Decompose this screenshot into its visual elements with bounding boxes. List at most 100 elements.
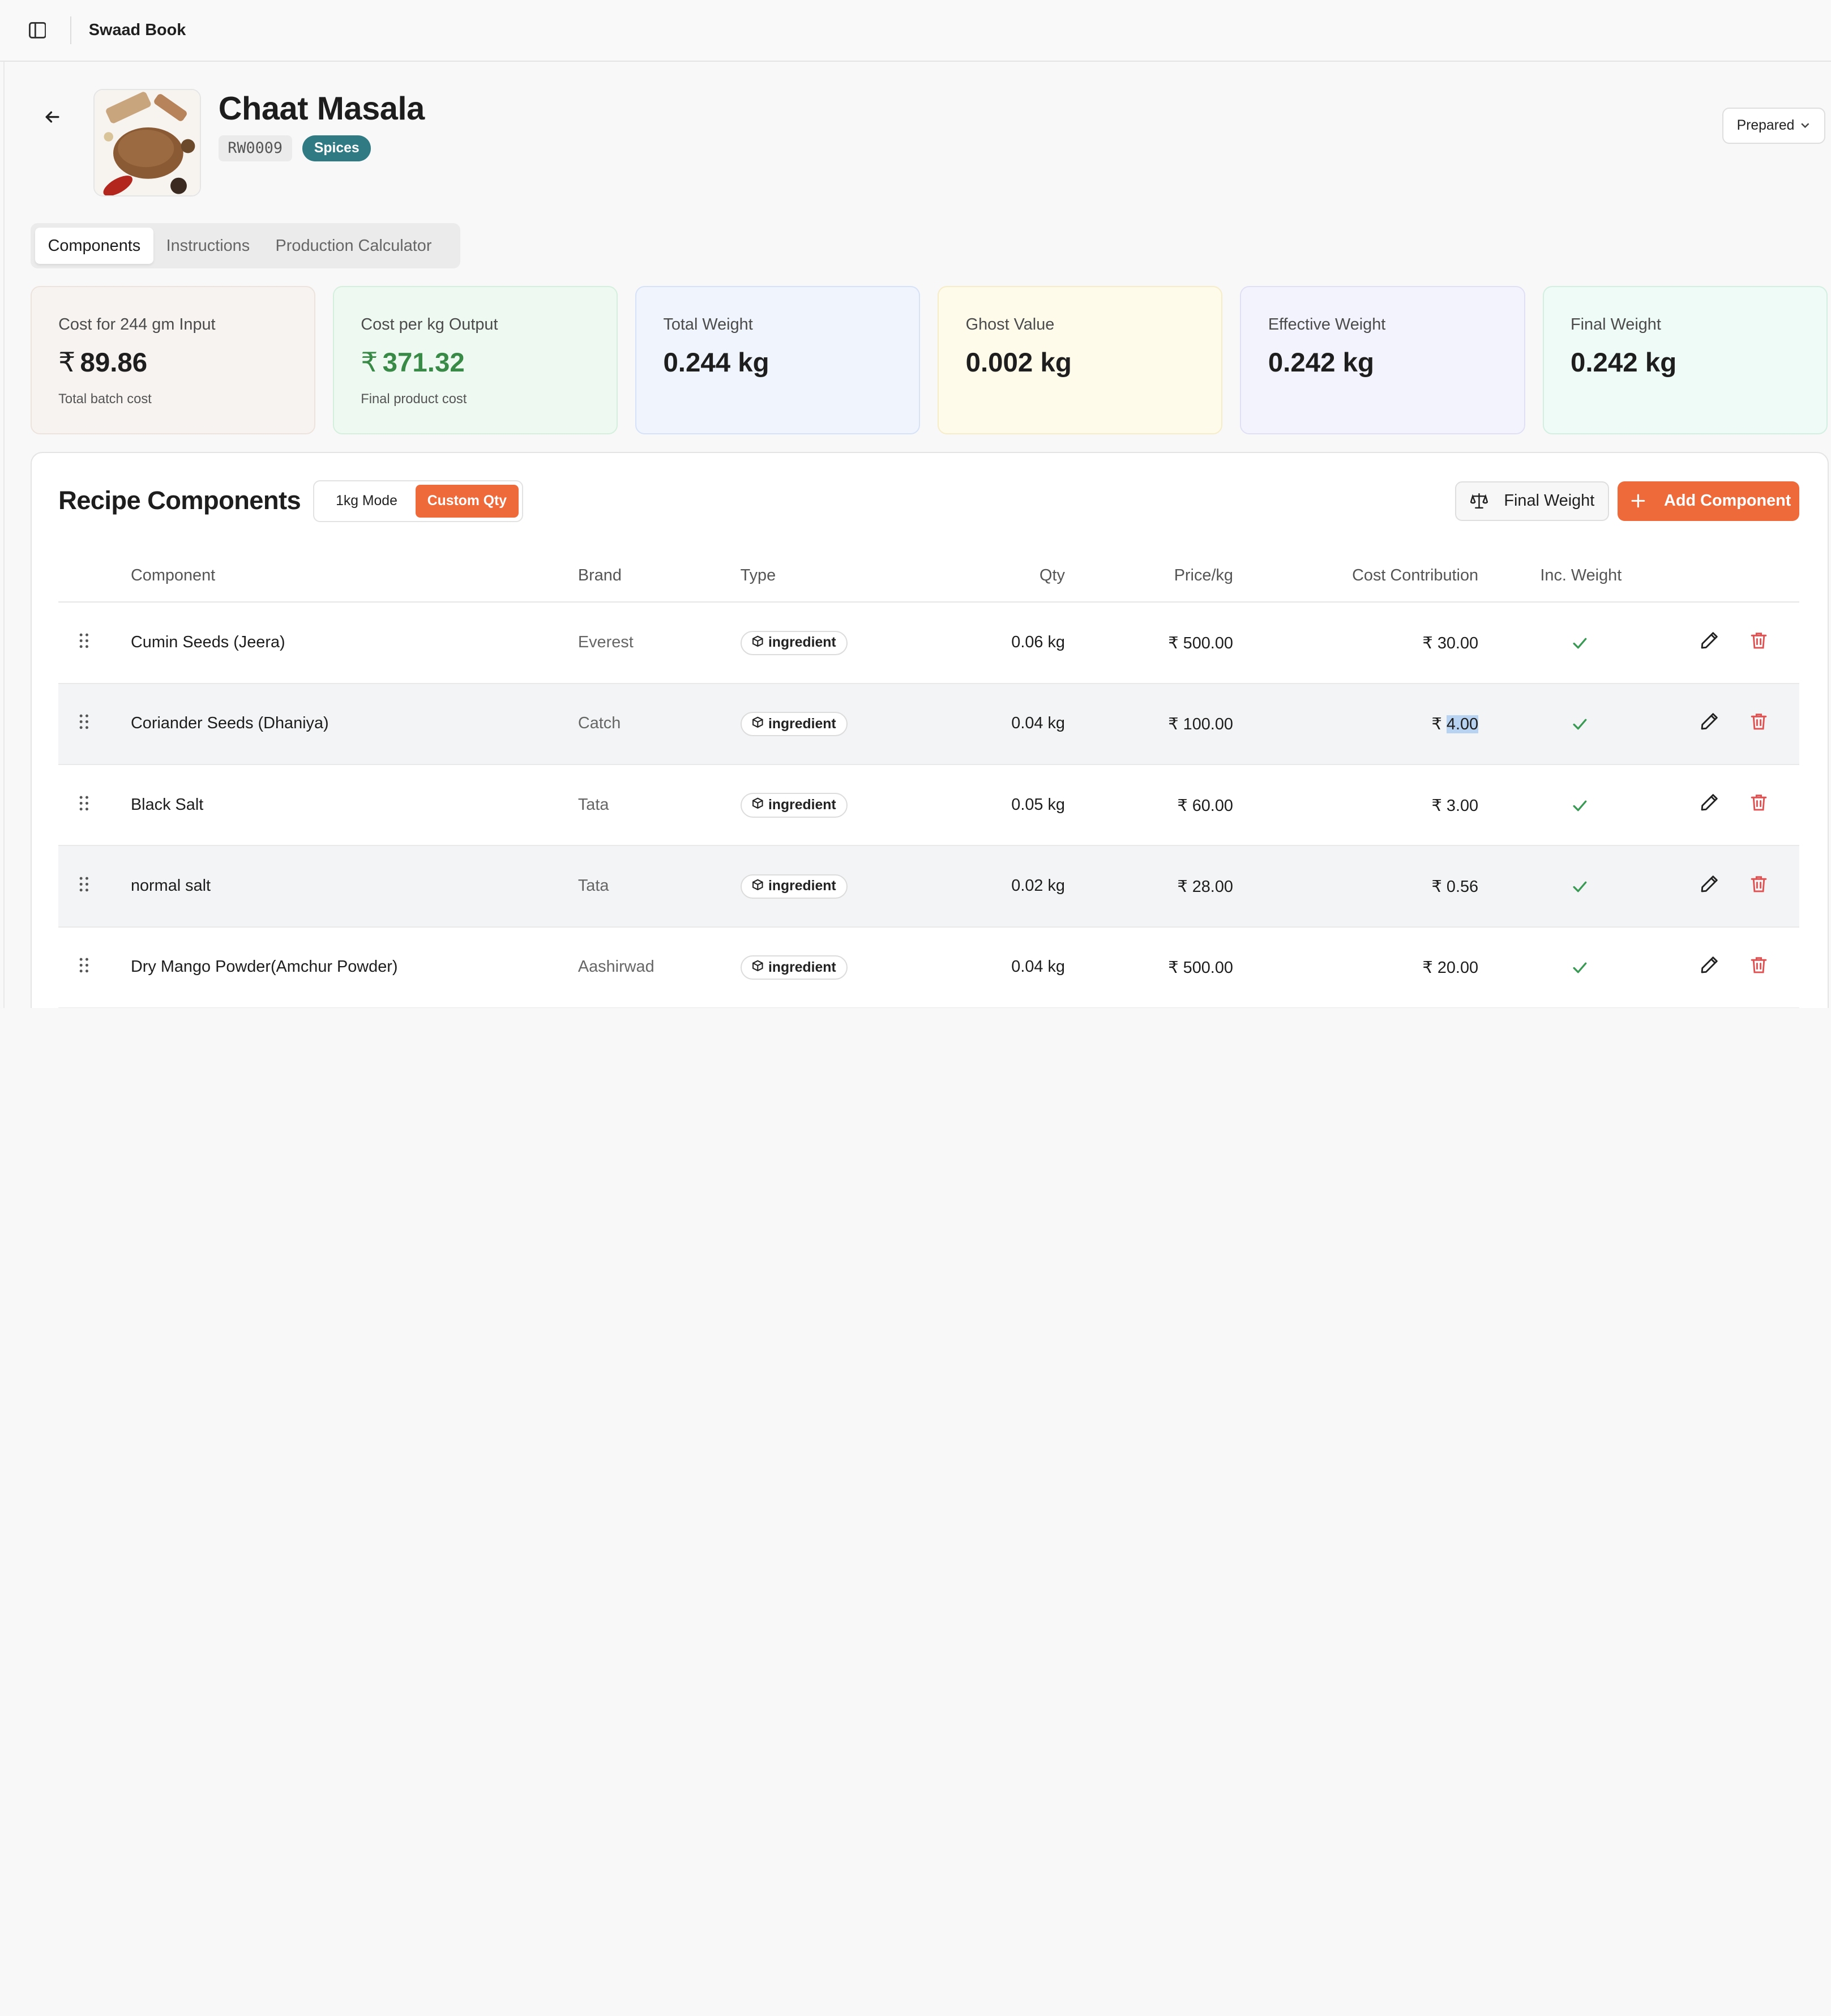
stat-card-number: 0.002 kg bbox=[965, 347, 1072, 378]
col-type: Type bbox=[740, 566, 776, 585]
cost-value: 20.00 bbox=[1437, 959, 1479, 977]
stat-card-value: 0.002 kg bbox=[966, 347, 1222, 378]
check-icon bbox=[1572, 797, 1588, 813]
edit-pencil-icon[interactable] bbox=[1700, 793, 1719, 811]
trash-icon[interactable] bbox=[1749, 955, 1768, 974]
drag-handle-icon[interactable] bbox=[78, 956, 92, 975]
stat-card-label: Final Weight bbox=[1571, 315, 1661, 334]
col-inc-weight: Inc. Weight bbox=[1540, 566, 1622, 585]
box-icon bbox=[752, 878, 764, 894]
add-component-button[interactable]: Add Component bbox=[1617, 481, 1800, 521]
trash-icon[interactable] bbox=[1749, 631, 1768, 650]
mode-1kg-button[interactable]: 1kg Mode bbox=[318, 485, 416, 518]
edit-pencil-icon[interactable] bbox=[1700, 874, 1719, 893]
component-name: Dry Mango Powder(Amchur Powder) bbox=[130, 958, 398, 976]
stat-card: Cost for 244 gm Input ₹89.86 Total batch c… bbox=[30, 286, 315, 435]
component-cost: ₹ 3.00 bbox=[1431, 796, 1478, 815]
sidebar-toggle-icon[interactable] bbox=[28, 21, 47, 40]
component-price: ₹ 28.00 bbox=[1177, 877, 1233, 896]
component-name: Black Salt bbox=[130, 795, 204, 814]
final-weight-button[interactable]: Final Weight bbox=[1454, 481, 1610, 521]
box-icon bbox=[752, 960, 764, 976]
edit-pencil-icon[interactable] bbox=[1700, 712, 1719, 731]
check-icon bbox=[1572, 715, 1588, 732]
col-price: Price/kg bbox=[1174, 566, 1233, 585]
check-icon bbox=[1572, 878, 1588, 894]
add-component-label: Add Component bbox=[1664, 492, 1791, 510]
component-cost: ₹ 20.00 bbox=[1422, 958, 1478, 977]
table-row: Black Salt Tata ingredient 0.05 kg ₹ 60.00 ₹ … bbox=[58, 765, 1800, 847]
component-name: normal salt bbox=[130, 876, 211, 895]
table-body: Cumin Seeds (Jeera) Everest ingredient 0.06… bbox=[58, 603, 1800, 1008]
box-icon bbox=[752, 635, 764, 651]
component-price: ₹ 500.00 bbox=[1168, 959, 1233, 977]
edit-pencil-icon[interactable] bbox=[1700, 631, 1719, 650]
top-divider bbox=[70, 16, 71, 45]
component-cost: ₹ 4.00 bbox=[1431, 714, 1479, 734]
tab-production-calculator[interactable]: Production Calculator bbox=[263, 228, 444, 264]
stat-card-value: 0.244 kg bbox=[663, 347, 919, 378]
stat-card-label: Cost per kg Output bbox=[361, 315, 498, 334]
stat-card: Effective Weight 0.242 kg bbox=[1240, 286, 1525, 435]
stat-card: Final Weight 0.242 kg bbox=[1542, 286, 1828, 435]
drag-handle-icon[interactable] bbox=[78, 875, 92, 894]
type-label: ingredient bbox=[768, 959, 836, 975]
tab-components[interactable]: Components bbox=[35, 228, 153, 264]
state-dropdown[interactable]: Prepared bbox=[1722, 107, 1825, 144]
drag-handle-icon[interactable] bbox=[78, 794, 92, 813]
components-panel: Recipe Components 1kg Mode Custom Qty Fi… bbox=[30, 452, 1829, 1008]
tab-instructions[interactable]: Instructions bbox=[153, 228, 263, 264]
component-price: ₹ 500.00 bbox=[1168, 634, 1233, 652]
table-row: Cumin Seeds (Jeera) Everest ingredient 0.06… bbox=[58, 603, 1800, 684]
stat-card: Cost per kg Output ₹371.32 Final product c… bbox=[332, 286, 618, 435]
trash-icon[interactable] bbox=[1749, 874, 1768, 893]
type-badge: ingredient bbox=[740, 955, 848, 980]
component-brand: Tata bbox=[577, 876, 609, 895]
trash-icon[interactable] bbox=[1749, 793, 1768, 811]
mode-custom-qty-button[interactable]: Custom Qty bbox=[416, 484, 519, 518]
recipe-image bbox=[93, 88, 201, 197]
drag-handle-icon[interactable] bbox=[78, 713, 92, 732]
mode-toggle: 1kg Mode Custom Qty bbox=[313, 480, 523, 522]
stat-card: Ghost Value 0.002 kg bbox=[938, 286, 1223, 435]
top-bar: Swaad Book bbox=[0, 0, 1831, 62]
cost-currency: ₹ bbox=[1422, 959, 1433, 977]
table-row: Coriander Seeds (Dhaniya) Catch ingredient… bbox=[58, 684, 1800, 765]
col-component: Component bbox=[130, 566, 216, 585]
box-icon bbox=[752, 716, 764, 732]
recipe-code-badge: RW0009 bbox=[218, 135, 292, 161]
cost-currency: ₹ bbox=[1431, 877, 1442, 896]
app-title: Swaad Book bbox=[88, 21, 186, 40]
type-label: ingredient bbox=[768, 635, 836, 651]
cost-currency: ₹ bbox=[1431, 796, 1442, 815]
stat-card-label: Cost for 244 gm Input bbox=[58, 315, 216, 334]
component-brand: Everest bbox=[577, 633, 634, 651]
recipe-title: Chaat Masala bbox=[218, 90, 425, 127]
component-name: Coriander Seeds (Dhaniya) bbox=[130, 714, 329, 733]
chevron-down-icon bbox=[1800, 123, 1809, 129]
drag-handle-icon[interactable] bbox=[78, 632, 92, 651]
cost-value: 0.56 bbox=[1446, 877, 1479, 896]
cost-currency: ₹ bbox=[1431, 715, 1442, 734]
component-qty: 0.06 kg bbox=[1011, 633, 1065, 651]
cost-value: 3.00 bbox=[1446, 796, 1479, 815]
component-qty: 0.05 kg bbox=[1011, 795, 1065, 814]
component-qty: 0.02 kg bbox=[1011, 876, 1065, 895]
components-table: Component Brand Type Qty Price/kg Cost C… bbox=[58, 546, 1800, 1008]
currency-symbol: ₹ bbox=[58, 347, 76, 378]
stat-card-number: 0.244 kg bbox=[663, 347, 769, 378]
category-badge: Spices bbox=[302, 135, 371, 161]
plus-icon bbox=[1631, 494, 1645, 508]
col-qty: Qty bbox=[1039, 566, 1065, 585]
back-arrow-icon[interactable] bbox=[42, 106, 63, 127]
stat-cards: Cost for 244 gm Input ₹89.86 Total batch c… bbox=[30, 286, 1828, 435]
component-cost: ₹ 30.00 bbox=[1422, 633, 1478, 653]
edit-pencil-icon[interactable] bbox=[1700, 955, 1719, 974]
component-name: Cumin Seeds (Jeera) bbox=[130, 633, 285, 651]
app-root: Swaad Book Chaat Masala RW0009 Spices Pr… bbox=[0, 0, 1831, 1008]
component-price: ₹ 60.00 bbox=[1177, 796, 1233, 815]
stat-card-value: ₹371.32 bbox=[361, 347, 617, 378]
trash-icon[interactable] bbox=[1749, 712, 1768, 731]
recipe-header: Chaat Masala RW0009 Spices Prepared bbox=[0, 62, 1831, 223]
cost-value: 30.00 bbox=[1437, 634, 1479, 652]
